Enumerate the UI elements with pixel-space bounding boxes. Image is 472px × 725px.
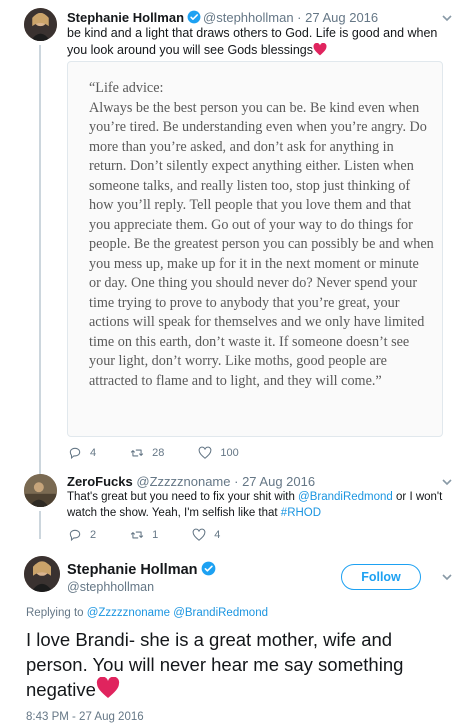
tweet-date[interactable]: 27 Aug 2016: [305, 10, 378, 25]
replying-to: Replying to @Zzzzznoname @BrandiRedmond: [26, 607, 268, 619]
red-heart-emoji-icon: [313, 43, 327, 56]
tweet-text: be kind and a light that draws others to…: [67, 25, 457, 59]
tweet-header: ZeroFucks @Zzzzznoname · 27 Aug 2016: [67, 473, 315, 490]
avatar[interactable]: [24, 474, 57, 507]
avatar[interactable]: [24, 556, 60, 592]
chevron-down-icon[interactable]: [441, 476, 453, 488]
author-handle[interactable]: @Zzzzznoname: [136, 474, 230, 489]
retweet-count: 28: [152, 447, 165, 459]
retweet-icon: [130, 531, 144, 539]
chevron-down-icon[interactable]: [441, 12, 453, 24]
separator-dot: ·: [293, 10, 306, 25]
author-handle[interactable]: @stephhollman: [67, 580, 154, 594]
reply-button[interactable]: 4: [68, 446, 96, 460]
like-count: 4: [214, 529, 221, 541]
replying-to-label: Replying to: [26, 607, 87, 619]
retweet-button[interactable]: 28: [130, 446, 164, 460]
replying-to-link[interactable]: @Zzzzznoname: [87, 607, 170, 619]
tweet-header: Stephanie Hollman @stephhollman · 27 Aug …: [67, 9, 378, 26]
thread-line: [39, 511, 41, 539]
tweet-timestamp[interactable]: 8:43 PM - 27 Aug 2016: [26, 711, 144, 723]
reply-button[interactable]: 2: [68, 528, 96, 542]
replying-to-link[interactable]: @BrandiRedmond: [173, 607, 268, 619]
follow-button[interactable]: Follow: [341, 564, 421, 590]
tweet-body: I love Brandi- she is a great mother, wi…: [26, 629, 404, 700]
quote-image-text: “Life advice: Always be the best person …: [89, 80, 434, 389]
author-name[interactable]: Stephanie Hollman: [67, 561, 218, 578]
red-heart-emoji-icon: [96, 677, 120, 698]
separator-dot: ·: [230, 474, 243, 489]
thread-line: [39, 45, 41, 475]
like-count: 100: [220, 447, 239, 459]
reply-icon: [69, 447, 81, 460]
author-handle[interactable]: @stephhollman: [203, 10, 294, 25]
reply-icon: [69, 529, 81, 542]
author-name[interactable]: ZeroFucks: [67, 474, 133, 489]
tweet-actions: 4 28 100: [68, 446, 273, 460]
heart-outline-icon: [199, 446, 212, 459]
tweet-actions: 2 1 4: [68, 528, 254, 542]
mention-link[interactable]: @BrandiRedmond: [298, 491, 393, 503]
retweet-button[interactable]: 1: [130, 528, 158, 542]
reply-count: 4: [90, 447, 97, 459]
author-name-text: Stephanie Hollman: [67, 562, 198, 578]
tweet-date[interactable]: 27 Aug 2016: [242, 474, 315, 489]
retweet-icon: [130, 449, 144, 457]
like-button[interactable]: 100: [198, 446, 239, 460]
tweet-body: That's great but you need to fix your sh…: [67, 491, 299, 503]
verified-badge-icon: [187, 10, 201, 24]
avatar[interactable]: [24, 8, 57, 41]
verified-badge-icon: [201, 561, 215, 576]
author-name[interactable]: Stephanie Hollman: [67, 10, 184, 25]
tweet-text: That's great but you need to fix your sh…: [67, 489, 452, 521]
tweet-text: I love Brandi- she is a great mother, wi…: [26, 627, 456, 702]
like-button[interactable]: 4: [192, 528, 220, 542]
chevron-down-icon[interactable]: [441, 571, 453, 583]
heart-outline-icon: [192, 528, 206, 541]
tweet-body: be kind and a light that draws others to…: [67, 26, 438, 57]
reply-count: 2: [90, 529, 97, 541]
hashtag-link[interactable]: #RHOD: [281, 507, 321, 519]
retweet-count: 1: [152, 529, 159, 541]
